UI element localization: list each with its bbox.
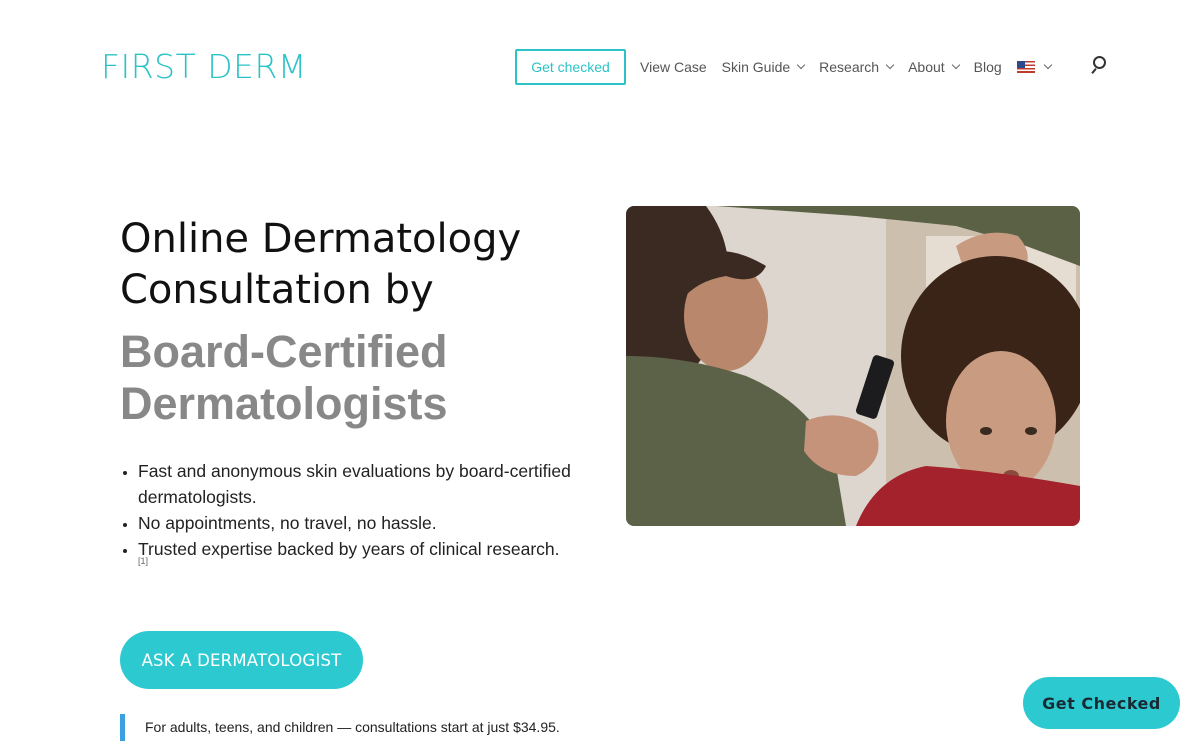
nav-item-label: Blog xyxy=(973,59,1002,75)
nav-item-label: Research xyxy=(819,59,880,75)
note-accent-bar xyxy=(120,714,125,741)
nav-item-label: View Case xyxy=(640,59,707,75)
hero-photo xyxy=(626,206,1080,526)
pricing-note: For adults, teens, and children — consul… xyxy=(145,719,560,735)
chevron-down-icon xyxy=(951,60,960,70)
language-selector[interactable] xyxy=(1016,60,1052,73)
nav-item-research[interactable]: Research xyxy=(819,59,895,75)
get-checked-nav-button[interactable]: Get checked xyxy=(515,49,626,85)
nav-item-blog[interactable]: Blog xyxy=(974,59,1002,75)
footnote-reference-link[interactable]: [1] xyxy=(138,556,148,566)
chevron-down-icon xyxy=(796,60,806,70)
nav-item-label: About xyxy=(908,59,945,75)
nav-item-label: Skin Guide xyxy=(721,59,791,75)
nav-item-skin-guide[interactable]: Skin Guide xyxy=(721,59,806,75)
chevron-down-icon xyxy=(1043,60,1052,70)
search-icon[interactable] xyxy=(1091,56,1109,74)
chevron-down-icon xyxy=(885,60,895,70)
hero-subtitle: Board-Certified Dermatologists xyxy=(120,326,448,429)
site-logo[interactable]: FIRST DERM xyxy=(101,47,307,86)
list-item: No appointments, no travel, no hassle. xyxy=(138,510,598,536)
ask-dermatologist-button[interactable]: ASK A DERMATOLOGIST xyxy=(120,631,363,689)
nav-item-view-case[interactable]: View Case xyxy=(640,59,707,75)
us-flag-icon xyxy=(1016,61,1035,73)
hero-title: Online Dermatology Consultation by xyxy=(120,216,522,313)
list-item: Fast and anonymous skin evaluations by b… xyxy=(138,458,598,510)
get-checked-floating-button[interactable]: Get Checked xyxy=(1023,677,1180,729)
hero-bullet-list: Fast and anonymous skin evaluations by b… xyxy=(138,458,598,562)
nav-item-about[interactable]: About xyxy=(908,59,960,75)
main-nav: Get checked View Case Skin Guide Researc… xyxy=(515,49,1066,85)
list-item: Trusted expertise backed by years of cli… xyxy=(138,536,598,562)
